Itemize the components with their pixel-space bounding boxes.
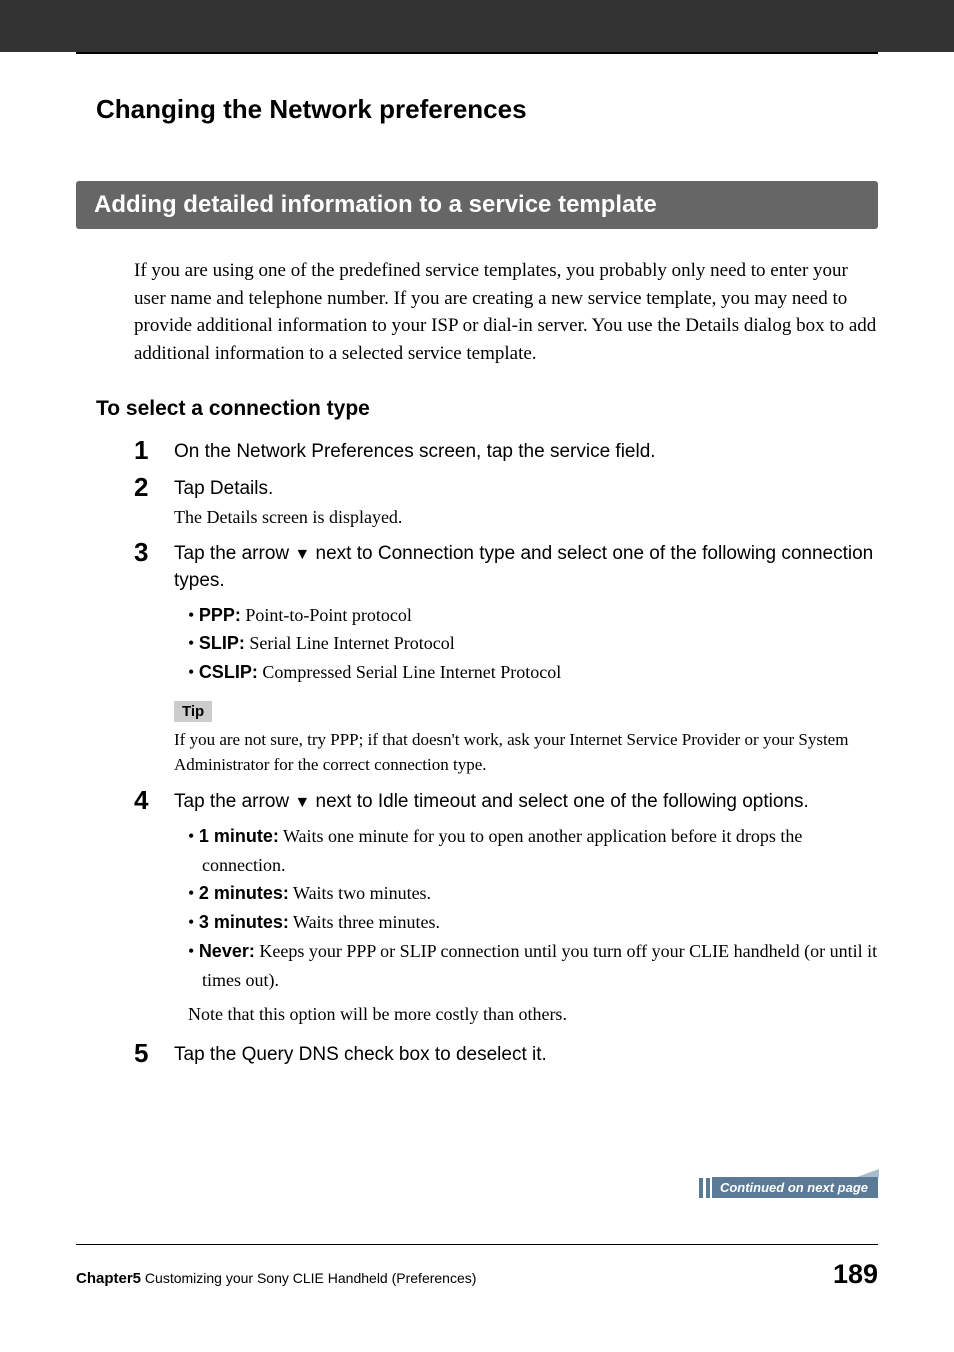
step-number: 3 <box>134 537 148 568</box>
top-divider <box>76 52 878 54</box>
list-item: PPP: Point-to-Point protocol <box>188 601 878 630</box>
section-heading: Adding detailed information to a service… <box>76 181 878 229</box>
continued-banner: Continued on next page <box>699 1177 878 1198</box>
step-number: 4 <box>134 785 148 816</box>
bullet-list: PPP: Point-to-Point protocol SLIP: Seria… <box>188 601 878 687</box>
list-item: 3 minutes: Waits three minutes. <box>188 908 878 937</box>
arrow-down-icon: ▼ <box>294 546 310 563</box>
tip-text: If you are not sure, try PPP; if that do… <box>174 728 878 777</box>
instruction-post: next to Idle timeout and select one of t… <box>310 791 809 812</box>
bullet-label: 3 minutes: <box>199 912 289 932</box>
bullet-desc: Point-to-Point protocol <box>241 605 412 625</box>
instruction-pre: Tap the arrow <box>174 791 294 812</box>
bullet-list: 1 minute: Waits one minute for you to op… <box>188 822 878 995</box>
step-instruction: Tap the Query DNS check box to deselect … <box>174 1042 878 1069</box>
page-number: 189 <box>833 1259 878 1290</box>
banner-bars-icon <box>699 1178 710 1198</box>
instruction-pre: Tap the arrow <box>174 543 294 564</box>
footer-chapter: Chapter5 <box>76 1270 141 1287</box>
list-item: 2 minutes: Waits two minutes. <box>188 879 878 908</box>
bullet-desc: Waits one minute for you to open another… <box>202 826 802 875</box>
step-instruction: Tap the arrow ▼ next to Idle timeout and… <box>174 789 878 816</box>
step-1: 1 On the Network Preferences screen, tap… <box>134 439 878 466</box>
step-detail: The Details screen is displayed. <box>174 504 878 531</box>
continued-label: Continued on next page <box>720 1180 868 1195</box>
bullet-desc: Waits two minutes. <box>289 883 431 903</box>
step-instruction: Tap Details. <box>174 476 878 503</box>
bullet-desc: Keeps your PPP or SLIP connection until … <box>202 941 877 990</box>
bullet-label: Never: <box>199 941 255 961</box>
step-3: 3 Tap the arrow ▼ next to Connection typ… <box>134 541 878 777</box>
footer-subtitle: Customizing your Sony CLIE Handheld (Pre… <box>141 1270 476 1286</box>
bullet-label: CSLIP: <box>199 662 258 682</box>
step-5: 5 Tap the Query DNS check box to deselec… <box>134 1042 878 1069</box>
list-item: Never: Keeps your PPP or SLIP connection… <box>188 937 878 995</box>
sub-heading: To select a connection type <box>76 397 878 421</box>
page-title: Changing the Network preferences <box>76 74 878 125</box>
step-instruction: Tap the arrow ▼ next to Connection type … <box>174 541 878 594</box>
continued-text: Continued on next page <box>712 1177 878 1198</box>
content: Changing the Network preferences Adding … <box>0 52 954 1068</box>
bullet-desc: Compressed Serial Line Internet Protocol <box>258 662 561 682</box>
footer: Chapter5 Customizing your Sony CLIE Hand… <box>76 1244 878 1290</box>
step-number: 1 <box>134 435 148 466</box>
banner-arrow-icon <box>857 1169 879 1177</box>
step-4: 4 Tap the arrow ▼ next to Idle timeout a… <box>134 789 878 1027</box>
step-number: 5 <box>134 1038 148 1069</box>
step-list: 1 On the Network Preferences screen, tap… <box>76 439 878 1068</box>
step-number: 2 <box>134 472 148 503</box>
bullet-label: PPP: <box>199 605 241 625</box>
bullet-desc: Waits three minutes. <box>289 912 440 932</box>
list-item: SLIP: Serial Line Internet Protocol <box>188 629 878 658</box>
tip-label: Tip <box>174 701 212 722</box>
bullet-label: SLIP: <box>199 633 245 653</box>
list-item: 1 minute: Waits one minute for you to op… <box>188 822 878 880</box>
arrow-down-icon: ▼ <box>294 794 310 811</box>
footer-left: Chapter5 Customizing your Sony CLIE Hand… <box>76 1270 476 1287</box>
intro-paragraph: If you are using one of the predefined s… <box>76 257 878 367</box>
header-bar <box>0 0 954 52</box>
bullet-desc: Serial Line Internet Protocol <box>245 633 455 653</box>
step-instruction: On the Network Preferences screen, tap t… <box>174 439 878 466</box>
list-item: CSLIP: Compressed Serial Line Internet P… <box>188 658 878 687</box>
bullet-label: 1 minute: <box>199 826 279 846</box>
step-2: 2 Tap Details. The Details screen is dis… <box>134 476 878 532</box>
bullet-label: 2 minutes: <box>199 883 289 903</box>
step-note: Note that this option will be more costl… <box>188 1001 878 1028</box>
